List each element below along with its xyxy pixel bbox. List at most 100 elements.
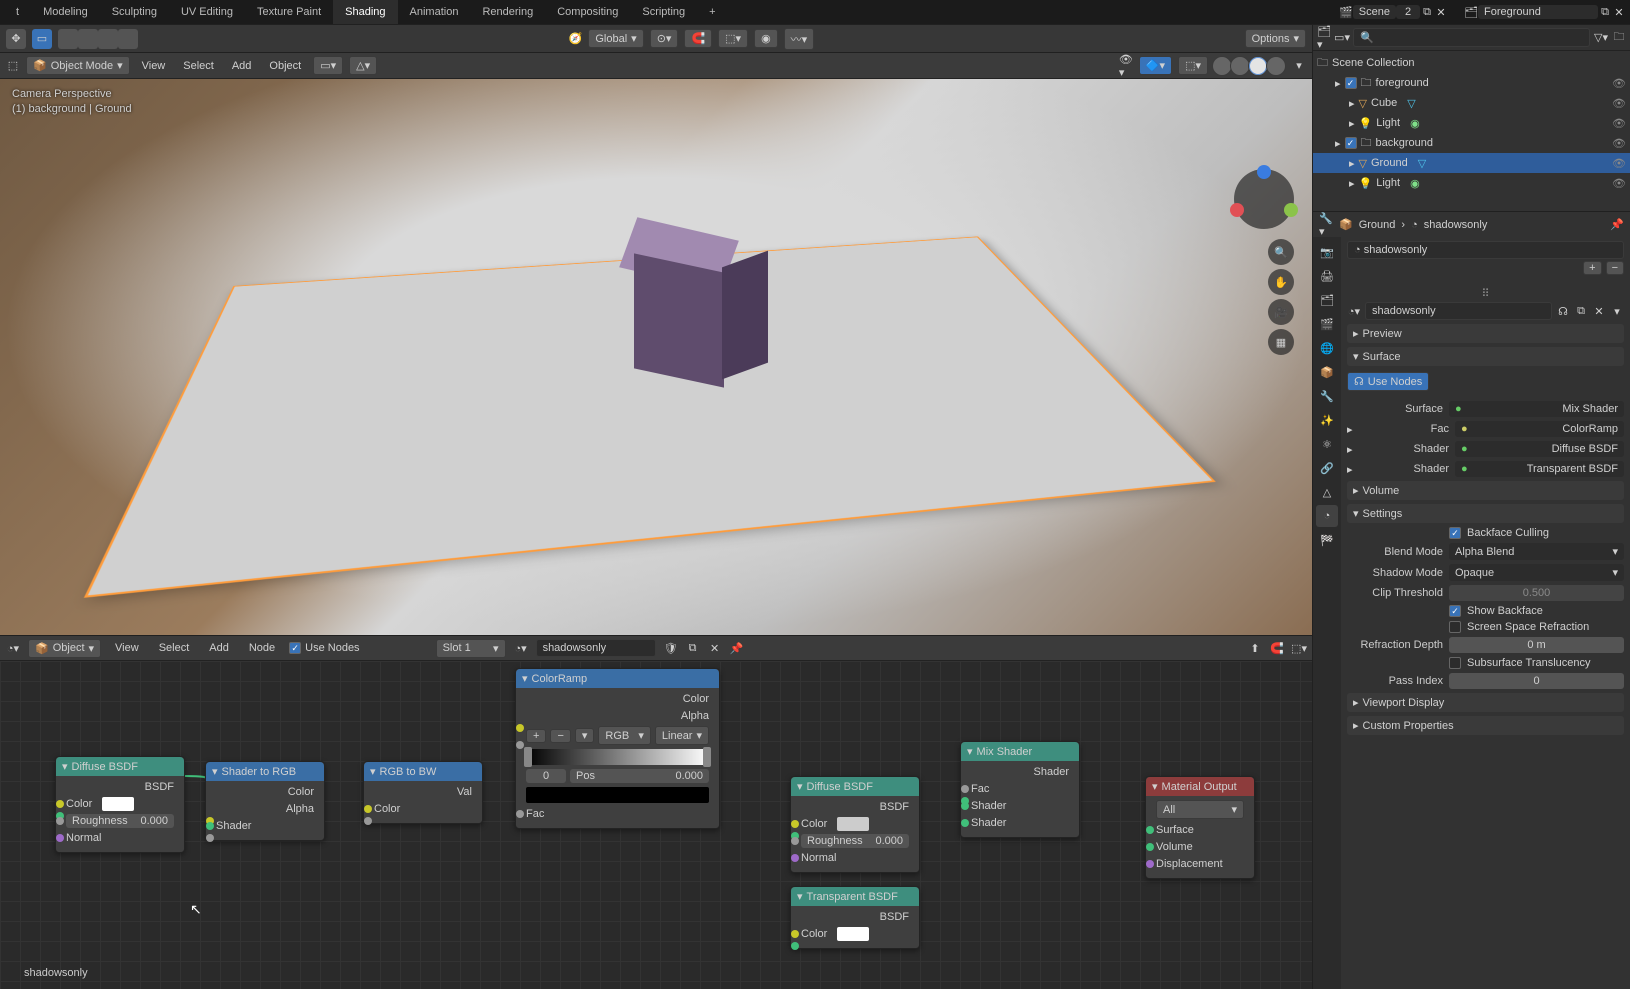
scene-selector[interactable]: Scene: [1353, 5, 1396, 19]
prop-shader-2[interactable]: ▸Shader ● Transparent BSDF: [1347, 461, 1624, 477]
orientation-dropdown[interactable]: Global▾: [588, 29, 643, 48]
tree-scene-collection[interactable]: 🗀Scene Collection: [1313, 53, 1630, 73]
material-slot-remove[interactable]: −: [1606, 261, 1624, 275]
colorramp-color-swatch[interactable]: [526, 787, 709, 803]
mesh-dropdown[interactable]: △▾: [349, 56, 377, 75]
prop-pass-index[interactable]: Pass Index 0: [1347, 673, 1624, 689]
material-copy-icon-2[interactable]: ⧉: [1574, 304, 1588, 318]
shading-solid[interactable]: [1230, 56, 1250, 76]
node-diffuse-bsdf-2[interactable]: ▾ Diffuse BSDF BSDF Color Roughness0.000…: [790, 776, 920, 873]
prop-clip-threshold[interactable]: Clip Threshold 0.500: [1347, 585, 1624, 601]
material-specials-icon[interactable]: ▾: [1610, 304, 1624, 318]
tab-texture-paint[interactable]: Texture Paint: [245, 0, 333, 24]
tab-shading[interactable]: Shading: [333, 0, 397, 24]
material-sphere-icon[interactable]: ◔▾: [514, 641, 528, 655]
node-editor-canvas[interactable]: ▾ Diffuse BSDF BSDF Color Roughness0.000…: [0, 661, 1312, 989]
snap-toggle[interactable]: 🧲: [684, 29, 712, 48]
prop-tab-constraints[interactable]: 🔗: [1316, 457, 1338, 479]
editor-type-icon[interactable]: ⬚: [6, 59, 20, 73]
tab-compositing[interactable]: Compositing: [545, 0, 630, 24]
shading-rendered[interactable]: [1266, 56, 1286, 76]
collection-vis-dropdown[interactable]: ▭▾: [313, 56, 343, 75]
prop-shadow-mode[interactable]: Shadow Mode Opaque▾: [1347, 564, 1624, 581]
outliner-filter-icon[interactable]: ▽▾: [1594, 31, 1608, 45]
visibility-eye-icon[interactable]: 👁: [1612, 117, 1626, 130]
prop-backface-culling[interactable]: Backface Culling: [1347, 527, 1624, 539]
node-mode-dropdown[interactable]: 📦Object▾: [28, 639, 101, 658]
prop-show-backface[interactable]: Show Backface: [1347, 605, 1624, 617]
tab-animation[interactable]: Animation: [398, 0, 471, 24]
visibility-eye-icon[interactable]: 👁: [1612, 77, 1626, 90]
prop-tab-output[interactable]: 🖨: [1316, 265, 1338, 287]
material-unlink-icon[interactable]: ✕: [1592, 304, 1606, 318]
pin-icon[interactable]: 📌: [730, 641, 744, 655]
tab-uv-editing[interactable]: UV Editing: [169, 0, 245, 24]
select-mode-2[interactable]: [78, 29, 98, 49]
overlay-toggle[interactable]: ⬚▾: [1178, 56, 1208, 75]
material-name-input[interactable]: shadowsonly: [1365, 302, 1552, 320]
select-mode-3[interactable]: [98, 29, 118, 49]
tab-rendering[interactable]: Rendering: [470, 0, 545, 24]
viewport-3d[interactable]: Camera Perspective (1) background | Grou…: [0, 79, 1312, 635]
viewlayer-selector[interactable]: Foreground: [1478, 5, 1598, 19]
prop-tab-material[interactable]: ◔: [1316, 505, 1338, 527]
proportional-dropdown[interactable]: 〰▾: [784, 28, 815, 50]
outliner-search[interactable]: 🔍: [1353, 28, 1590, 47]
select-mode-4[interactable]: [118, 29, 138, 49]
visibility-eye-icon[interactable]: 👁: [1612, 177, 1626, 190]
prop-refraction-depth[interactable]: Refraction Depth 0 m: [1347, 637, 1624, 653]
material-slot-grip[interactable]: ⠿: [1347, 287, 1624, 300]
visibility-eye-icon[interactable]: 👁: [1612, 137, 1626, 150]
panel-custom-props[interactable]: ▸ Custom Properties: [1347, 716, 1624, 735]
shading-dropdown-icon[interactable]: ▾: [1292, 59, 1306, 73]
colorramp-remove[interactable]: −: [550, 729, 570, 743]
pan-icon[interactable]: ✋: [1268, 269, 1294, 295]
prop-surface-shader[interactable]: Surface ● Mix Shader: [1347, 401, 1624, 417]
ne-overlay-icon[interactable]: ⬚▾: [1292, 641, 1306, 655]
gizmo-toggle[interactable]: 🔷▾: [1139, 56, 1172, 75]
visibility-eye-icon[interactable]: 👁: [1612, 97, 1626, 110]
prop-pin-icon[interactable]: 📌: [1610, 218, 1624, 232]
ne-menu-add[interactable]: Add: [203, 642, 235, 654]
pivot-dropdown[interactable]: ⊙▾: [650, 29, 679, 48]
material-slot-list[interactable]: ◔ shadowsonly: [1347, 241, 1624, 259]
ne-menu-view[interactable]: View: [109, 642, 145, 654]
copy-layer-icon[interactable]: ⧉: [1598, 5, 1612, 19]
menu-view[interactable]: View: [136, 60, 172, 72]
colorramp-mode[interactable]: RGB▾: [598, 726, 650, 745]
material-slot-add[interactable]: +: [1583, 261, 1601, 275]
colorramp-tools[interactable]: ▾: [575, 728, 595, 743]
zoom-icon[interactable]: 🔍: [1268, 239, 1294, 265]
material-shield-icon[interactable]: 🛡: [664, 641, 678, 655]
material-nodetree-icon[interactable]: ☊: [1556, 304, 1570, 318]
shading-matprev[interactable]: [1248, 56, 1268, 76]
node-rgb-to-bw[interactable]: ▾ RGB to BW Val Color: [363, 761, 483, 824]
outliner-type-icon[interactable]: 🗂▾: [1317, 31, 1331, 45]
perspective-icon[interactable]: ▦: [1268, 329, 1294, 355]
tab-scripting[interactable]: Scripting: [630, 0, 697, 24]
outliner-display-icon[interactable]: ▭▾: [1335, 31, 1349, 45]
tree-item-light[interactable]: ▸💡Light◉👁: [1313, 113, 1630, 133]
material-delete-icon[interactable]: ✕: [708, 641, 722, 655]
prop-blend-mode[interactable]: Blend Mode Alpha Blend▾: [1347, 543, 1624, 560]
menu-add[interactable]: Add: [226, 60, 258, 72]
tree-item-foreground[interactable]: ▸🗀foreground👁: [1313, 73, 1630, 93]
prop-tab-particles[interactable]: ✨: [1316, 409, 1338, 431]
colorramp-add[interactable]: +: [526, 729, 546, 743]
visibility-icon[interactable]: 👁▾: [1119, 59, 1133, 73]
prop-tab-scene[interactable]: 🎬: [1316, 313, 1338, 335]
node-editor-type-icon[interactable]: ◔▾: [6, 641, 20, 655]
cursor-tool-button[interactable]: ✥: [6, 29, 26, 49]
camera-icon[interactable]: 🎥: [1268, 299, 1294, 325]
prop-ssr[interactable]: Screen Space Refraction: [1347, 621, 1624, 633]
tab-layout[interactable]: t: [4, 0, 31, 24]
node-material-output[interactable]: ▾ Material Output All▾ Surface Volume Di…: [1145, 776, 1255, 879]
options-dropdown[interactable]: Options▾: [1245, 29, 1306, 48]
ne-snap-icon[interactable]: 🧲: [1270, 641, 1284, 655]
outliner-tree[interactable]: 🗀Scene Collection ▸🗀foreground👁▸▽Cube▽👁▸…: [1313, 51, 1630, 211]
node-shader-to-rgb[interactable]: ▾ Shader to RGB Color Alpha Shader: [205, 761, 325, 841]
tab-sculpting[interactable]: Sculpting: [100, 0, 169, 24]
shading-wireframe[interactable]: [1212, 56, 1232, 76]
menu-object[interactable]: Object: [263, 60, 307, 72]
tree-item-light[interactable]: ▸💡Light◉👁: [1313, 173, 1630, 193]
